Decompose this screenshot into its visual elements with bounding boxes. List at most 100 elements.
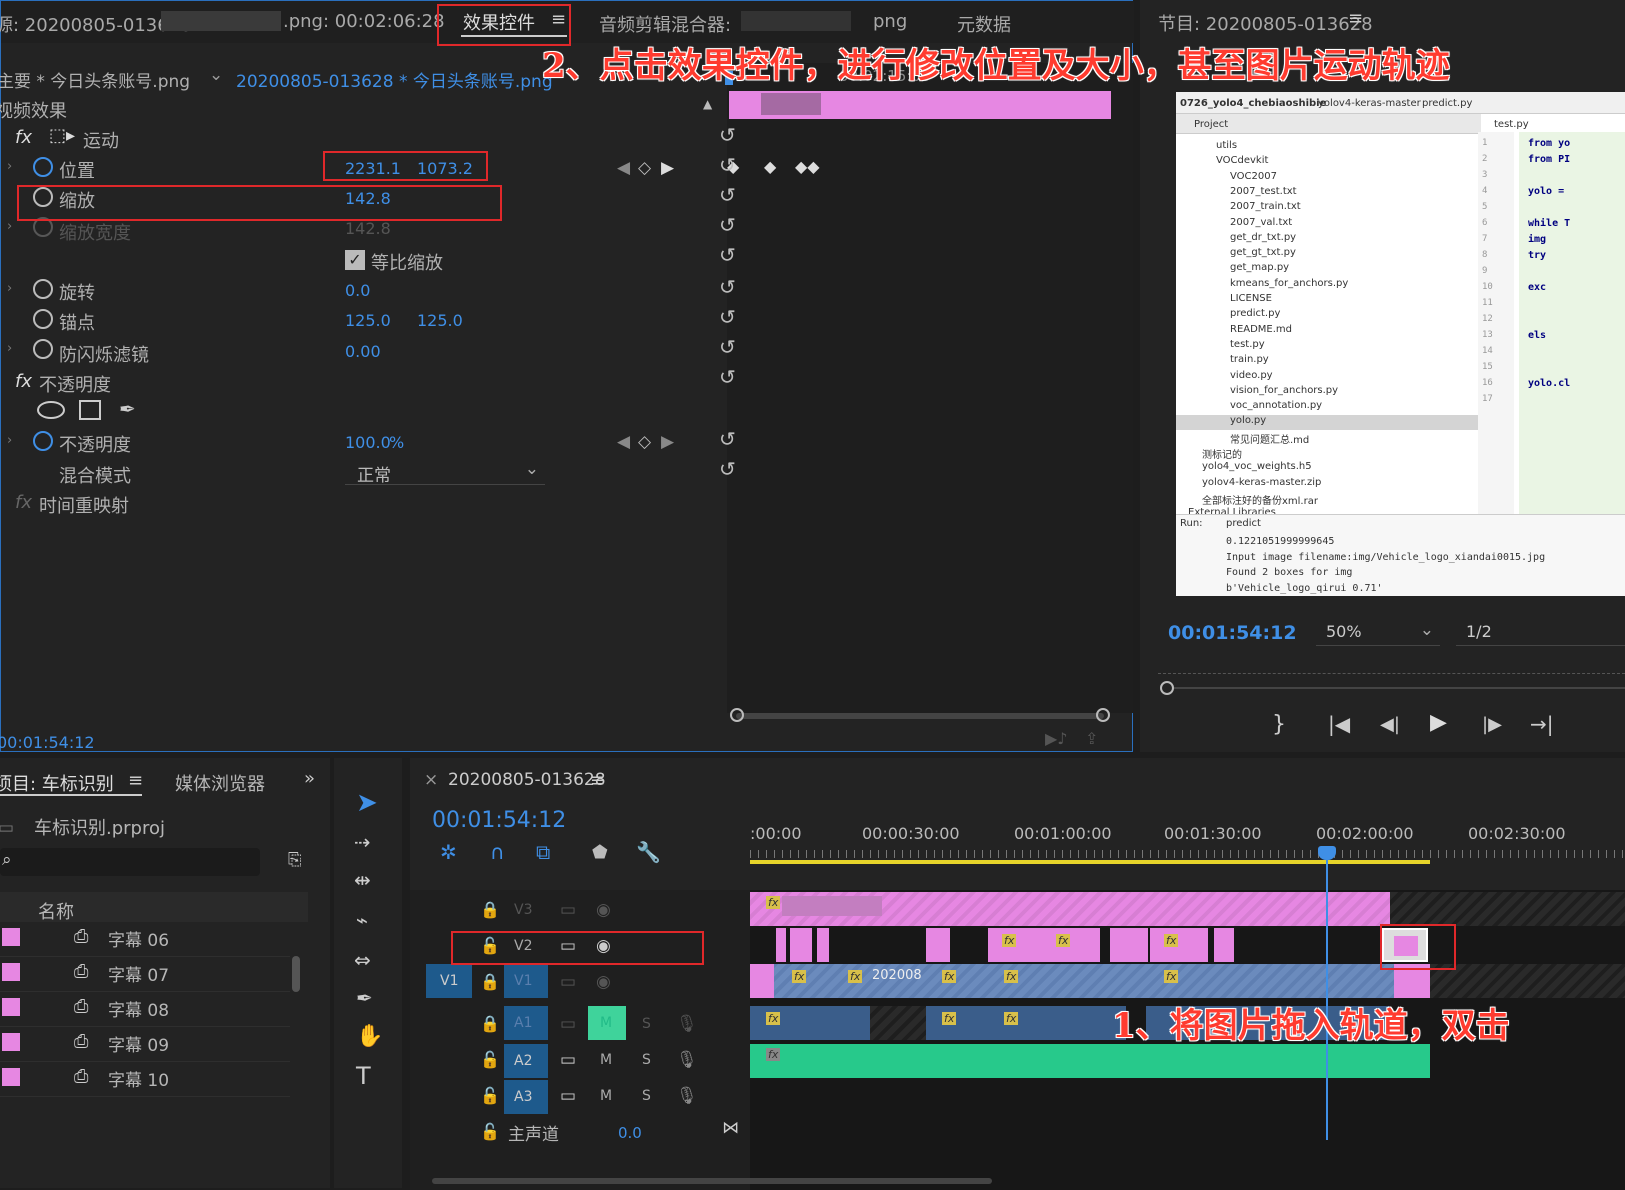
microphone-icon[interactable]: 🎙 — [676, 1050, 698, 1070]
track-v3-label[interactable]: V3 — [514, 902, 532, 918]
track-a3-label[interactable]: A3 — [514, 1089, 532, 1105]
column-name[interactable]: 名称 — [38, 898, 74, 924]
reset-icon[interactable]: ↺ — [719, 275, 736, 299]
type-tool-icon[interactable]: T — [356, 1062, 371, 1090]
master-volume[interactable]: 0.0 — [618, 1124, 642, 1142]
reset-icon[interactable]: ↺ — [719, 123, 736, 147]
v2-clip[interactable] — [1214, 928, 1234, 962]
playhead[interactable] — [1326, 850, 1328, 1140]
solo-button[interactable]: S — [642, 1052, 651, 1068]
pen-tool-icon[interactable]: ✒ — [356, 986, 373, 1010]
hand-tool-icon[interactable]: ✋ — [356, 1024, 383, 1049]
settings-wrench-icon[interactable]: 🔧 — [636, 840, 661, 864]
next-keyframe-icon[interactable]: ▶ — [661, 432, 674, 452]
stopwatch-icon[interactable] — [33, 309, 53, 329]
collapse-icon[interactable]: ▲ — [703, 97, 712, 111]
play-audio-icon[interactable]: ▶♪ — [1045, 729, 1068, 748]
solo-button[interactable]: S — [642, 1088, 651, 1104]
reset-icon[interactable]: ↺ — [719, 213, 736, 237]
mute-button[interactable]: M — [600, 1088, 612, 1104]
track-select-tool-icon[interactable]: ⇢ — [354, 830, 371, 854]
zoom-select[interactable]: 50% ⌄ — [1316, 618, 1440, 646]
rotation-value[interactable]: 0.0 — [345, 281, 370, 300]
v2-clip[interactable] — [926, 928, 950, 962]
search-icon[interactable]: ⌕ — [2, 850, 12, 870]
close-icon[interactable]: × — [424, 770, 438, 790]
go-to-out-icon[interactable]: →| — [1530, 712, 1554, 736]
pen-mask-icon[interactable]: ✒ — [119, 397, 136, 421]
mic-track-icon[interactable]: ▭ — [560, 1086, 576, 1106]
keyframe-icon[interactable]: ◆◆ — [795, 157, 820, 176]
stopwatch-icon[interactable] — [33, 431, 53, 451]
expand-icon[interactable]: › — [7, 433, 12, 448]
expand-icon[interactable]: › — [7, 219, 12, 234]
v2-clip[interactable] — [817, 928, 829, 962]
mini-ruler[interactable] — [1158, 662, 1625, 674]
prev-keyframe-icon[interactable]: ◀ — [617, 158, 630, 178]
lock-icon[interactable]: 🔒 — [480, 900, 500, 919]
new-bin-icon[interactable]: ⎘ — [288, 850, 302, 870]
export-icon[interactable]: ⇪ — [1085, 729, 1098, 748]
go-to-in-icon[interactable]: |◀ — [1328, 712, 1350, 736]
anchor-y-value[interactable]: 125.0 — [417, 311, 463, 330]
sequence-clip-label[interactable]: 20200805-013628 * 今日头条账号.png — [236, 67, 553, 92]
quality-select[interactable]: 1/2 — [1456, 618, 1625, 646]
source-v1-label[interactable]: V1 — [440, 973, 458, 989]
v1-clip[interactable] — [750, 964, 774, 998]
lock-icon[interactable]: 🔒 — [480, 1014, 500, 1033]
track-v1-label[interactable]: V1 — [514, 973, 532, 989]
camera-icon[interactable]: ▭ — [560, 972, 576, 992]
work-area-bar[interactable] — [750, 860, 1430, 864]
step-forward-icon[interactable]: |▶ — [1482, 714, 1502, 735]
expand-icon[interactable]: › — [7, 341, 12, 356]
uniform-scale-checkbox[interactable]: ✓ — [345, 250, 365, 270]
mark-out-icon[interactable]: } — [1272, 712, 1286, 737]
v2-clip[interactable] — [1042, 928, 1100, 962]
stopwatch-icon[interactable] — [33, 339, 53, 359]
selection-tool-icon[interactable]: ➤ — [356, 788, 378, 818]
next-keyframe-icon[interactable]: ▶ — [661, 158, 674, 178]
tab-metadata[interactable]: 元数据 — [957, 11, 1011, 37]
project-item[interactable]: 字幕 07 — [108, 961, 169, 986]
tab-media-browser[interactable]: 媒体浏览器 — [175, 770, 265, 796]
reset-icon[interactable]: ↺ — [719, 183, 736, 207]
a2-clip[interactable] — [750, 1044, 1430, 1078]
lock-icon[interactable]: 🔓 — [480, 1086, 500, 1105]
reset-icon[interactable]: ↺ — [719, 243, 736, 267]
expand-icon[interactable]: › — [7, 159, 12, 174]
nest-icon[interactable]: ✲ — [440, 840, 457, 864]
ripple-edit-tool-icon[interactable]: ⇹ — [354, 868, 371, 892]
expand-icon[interactable]: › — [7, 281, 12, 296]
reset-icon[interactable]: ↺ — [719, 335, 736, 359]
chevron-down-icon[interactable]: ⌄ — [209, 65, 223, 85]
scrollbar[interactable] — [292, 956, 300, 992]
add-keyframe-icon[interactable]: ◇ — [638, 158, 651, 178]
go-to-end-icon[interactable]: ⋈ — [722, 1118, 739, 1138]
menu-icon[interactable]: ≡ — [1348, 8, 1363, 29]
stopwatch-icon[interactable] — [33, 279, 53, 299]
snap-icon[interactable]: ∩ — [490, 840, 505, 864]
sequence-title[interactable]: 20200805-013628 — [448, 770, 606, 790]
lock-icon[interactable]: 🔓 — [480, 1050, 500, 1069]
eye-icon[interactable]: ◉ — [596, 900, 611, 920]
reset-icon[interactable]: ↺ — [719, 305, 736, 329]
reset-icon[interactable]: ↺ — [719, 153, 736, 177]
scroll-handle[interactable] — [730, 708, 744, 722]
keyframe-icon[interactable]: ◆ — [764, 157, 776, 176]
camera-icon[interactable]: ▭ — [560, 900, 576, 920]
tab-audio-mixer[interactable]: 音频剪辑混合器: — [599, 11, 731, 37]
mic-track-icon[interactable]: ▭ — [560, 1050, 576, 1070]
ellipse-mask-icon[interactable] — [37, 401, 65, 419]
v2-clip[interactable] — [1150, 928, 1208, 962]
timecode[interactable]: 00:01:54:12 — [0, 733, 95, 752]
reset-icon[interactable]: ↺ — [719, 365, 736, 389]
add-keyframe-icon[interactable]: ◇ — [638, 432, 651, 452]
playhead-handle[interactable] — [1160, 681, 1174, 695]
lock-icon[interactable]: 🔓 — [480, 1122, 500, 1141]
track-a1-label[interactable]: A1 — [514, 1015, 532, 1031]
play-icon[interactable]: ▶ — [1430, 710, 1447, 735]
add-marker-icon[interactable]: ⬟ — [592, 842, 608, 863]
rectangle-mask-icon[interactable] — [79, 400, 101, 420]
prev-keyframe-icon[interactable]: ◀ — [617, 432, 630, 452]
reset-icon[interactable]: ↺ — [719, 427, 736, 451]
